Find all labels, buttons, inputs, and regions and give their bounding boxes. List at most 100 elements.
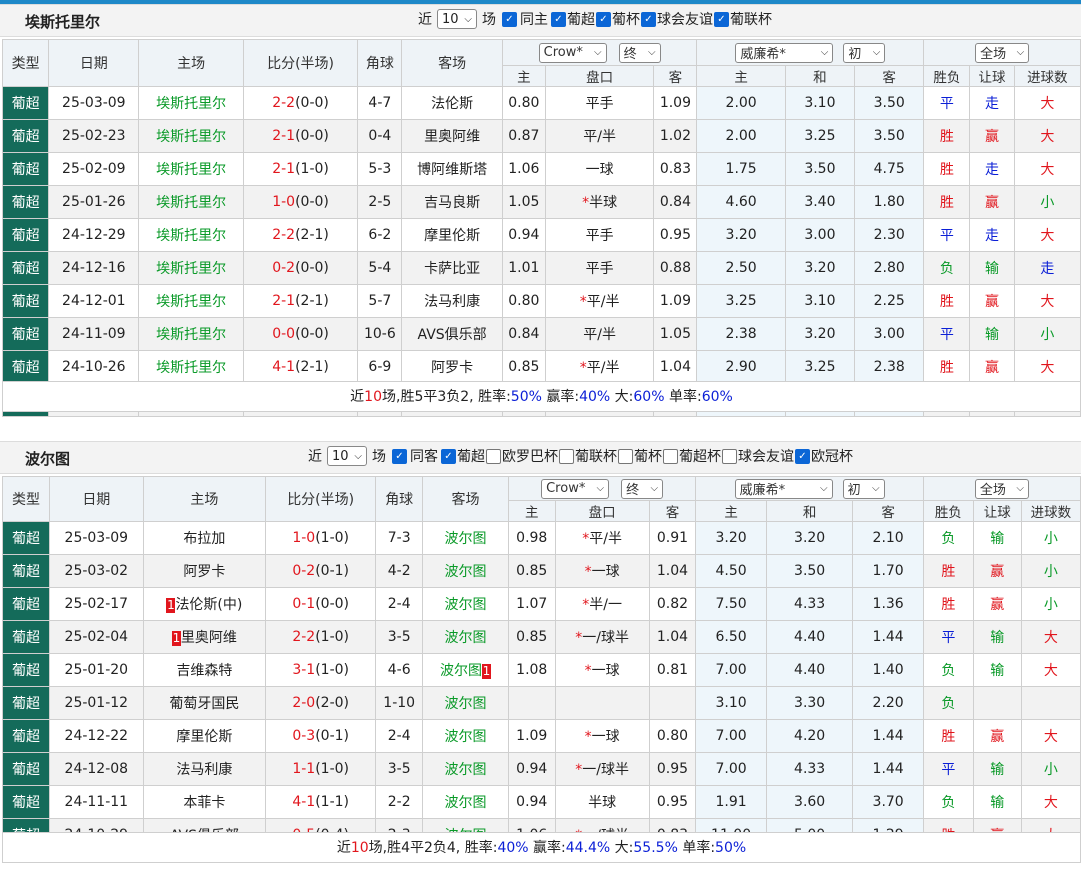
score-cell[interactable]: 1-1(1-0) (265, 752, 377, 786)
score-cell[interactable]: 2-1(1-0) (242, 152, 359, 186)
league-cell[interactable]: 葡超 (1, 119, 50, 153)
end-select[interactable]: 终 ⌵ (618, 42, 661, 63)
score-cell[interactable]: 2-2(1-0) (265, 620, 377, 654)
home-team-cell[interactable]: 埃斯托里尔 (138, 251, 244, 285)
filter-checkbox[interactable]: ✓ (618, 448, 633, 464)
away-team-cell[interactable]: 阿罗卡 (401, 350, 503, 384)
filter-checkbox[interactable]: ✓ (596, 11, 611, 27)
away-team-cell[interactable]: 法马利康 (401, 284, 503, 318)
count-select[interactable]: 10 ⌵ (437, 9, 477, 29)
score-cell[interactable]: 2-2(0-0) (242, 86, 359, 120)
home-team-cell[interactable]: 埃斯托里尔 (138, 350, 244, 384)
crow-select[interactable]: Crow* ⌵ (538, 42, 607, 63)
filter-checkbox[interactable]: ✓ (714, 11, 729, 27)
home-team-cell[interactable]: 法马利康 (142, 752, 267, 786)
away-team-cell[interactable]: AVS俱乐部 (401, 317, 503, 351)
whole-select[interactable]: 全场 ⌵ (975, 42, 1030, 63)
chevron-down-icon: ⌵ (648, 47, 656, 58)
away-team-cell[interactable]: 摩里伦斯 (401, 218, 503, 252)
same-checkbox[interactable]: ✓ (392, 448, 407, 464)
home-team-cell[interactable]: 埃斯托里尔 (138, 119, 244, 153)
away-team-cell[interactable]: 吉马良斯 (401, 185, 503, 219)
score-cell[interactable]: 0-0(0-0) (242, 317, 359, 351)
result-ah-cell: 赢 (972, 554, 1022, 588)
init-select[interactable]: 初 ⌵ (842, 478, 885, 499)
away-team-cell[interactable]: 波尔图 (422, 686, 509, 720)
filter-checkbox[interactable]: ✓ (551, 11, 566, 27)
away-team-cell[interactable]: 波尔图 (422, 752, 509, 786)
league-cell[interactable]: 葡超 (1, 350, 50, 384)
home-team-cell[interactable]: 1法伦斯(中) (142, 587, 267, 621)
score-cell[interactable]: 0-1(0-0) (265, 587, 377, 621)
league-cell[interactable]: 葡超 (2, 785, 50, 819)
home-team-cell[interactable]: 葡萄牙国民 (142, 686, 267, 720)
home-team-cell[interactable]: 本菲卡 (142, 785, 267, 819)
away-team-cell[interactable]: 波尔图 (422, 554, 509, 588)
filter-checkbox[interactable]: ✓ (559, 448, 574, 464)
end-select[interactable]: 终 ⌵ (621, 478, 664, 499)
score-cell[interactable]: 2-1(2-1) (242, 284, 359, 318)
home-team-cell[interactable]: 1里奥阿维 (142, 620, 267, 654)
away-team-cell[interactable]: 法伦斯 (401, 86, 503, 120)
away-team-cell[interactable]: 波尔图 (422, 719, 509, 753)
filter-checkbox[interactable]: ✓ (486, 448, 501, 464)
score-cell[interactable]: 1-0(0-0) (242, 185, 359, 219)
home-team-cell[interactable]: 埃斯托里尔 (138, 218, 244, 252)
league-cell[interactable]: 葡超 (1, 218, 50, 252)
score-cell[interactable]: 1-0(1-0) (265, 521, 377, 555)
score-cell[interactable]: 0-2(0-1) (265, 554, 377, 588)
away-team-cell[interactable]: 波尔图 (422, 785, 509, 819)
league-cell[interactable]: 葡超 (2, 521, 50, 555)
score-cell[interactable]: 2-2(2-1) (242, 218, 359, 252)
score-cell[interactable]: 4-1(2-1) (242, 350, 359, 384)
away-team-cell[interactable]: 波尔图 (422, 620, 509, 654)
score-cell[interactable]: 0-2(0-0) (242, 251, 359, 285)
home-team-cell[interactable]: 埃斯托里尔 (138, 284, 244, 318)
score-cell[interactable]: 3-1(1-0) (265, 653, 377, 687)
home-team-cell[interactable]: 埃斯托里尔 (138, 86, 244, 120)
crow-select[interactable]: Crow* ⌵ (541, 478, 610, 499)
away-team-cell[interactable]: 波尔图1 (422, 653, 509, 687)
league-cell[interactable]: 葡超 (1, 251, 50, 285)
count-select[interactable]: 10 ⌵ (327, 446, 367, 466)
league-cell[interactable]: 葡超 (1, 317, 50, 351)
filter-checkbox[interactable]: ✓ (441, 448, 456, 464)
league-cell[interactable]: 葡超 (2, 554, 50, 588)
home-team-cell[interactable]: 埃斯托里尔 (138, 185, 244, 219)
home-team-cell[interactable]: 埃斯托里尔 (138, 152, 244, 186)
filter-checkbox[interactable]: ✓ (795, 448, 810, 464)
home-team-cell[interactable]: 布拉加 (142, 521, 267, 555)
team2-section: 波尔图 近 10⌵ 场 ✓ 同客 ✓葡超✓欧罗巴杯✓葡联杯✓葡杯✓葡超杯✓球会友… (0, 441, 1081, 884)
league-cell[interactable]: 葡超 (2, 686, 50, 720)
away-team-cell[interactable]: 博阿维斯塔 (401, 152, 503, 186)
same-checkbox[interactable]: ✓ (502, 11, 517, 27)
league-cell[interactable]: 葡超 (2, 620, 50, 654)
away-team-cell[interactable]: 卡萨比亚 (401, 251, 503, 285)
score-cell[interactable]: 2-1(0-0) (242, 119, 359, 153)
home-team-cell[interactable]: 摩里伦斯 (142, 719, 267, 753)
home-team-cell[interactable]: 吉维森特 (142, 653, 267, 687)
league-cell[interactable]: 葡超 (2, 587, 50, 621)
score-cell[interactable]: 0-3(0-1) (265, 719, 377, 753)
away-team-cell[interactable]: 波尔图 (422, 587, 509, 621)
league-cell[interactable]: 葡超 (2, 752, 50, 786)
league-cell[interactable]: 葡超 (1, 185, 50, 219)
league-cell[interactable]: 葡超 (1, 86, 50, 120)
filter-checkbox[interactable]: ✓ (663, 448, 678, 464)
score-cell[interactable]: 4-1(1-1) (265, 785, 377, 819)
whole-select[interactable]: 全场 ⌵ (974, 478, 1029, 499)
init-select[interactable]: 初 ⌵ (843, 42, 886, 63)
away-team-cell[interactable]: 里奥阿维 (401, 119, 503, 153)
filter-checkbox[interactable]: ✓ (722, 448, 737, 464)
league-cell[interactable]: 葡超 (1, 284, 50, 318)
weilian-select[interactable]: 威廉希* ⌵ (735, 42, 834, 63)
league-cell[interactable]: 葡超 (2, 653, 50, 687)
weilian-select[interactable]: 威廉希* ⌵ (734, 478, 833, 499)
home-team-cell[interactable]: 埃斯托里尔 (138, 317, 244, 351)
league-cell[interactable]: 葡超 (1, 152, 50, 186)
league-cell[interactable]: 葡超 (2, 719, 50, 753)
home-team-cell[interactable]: 阿罗卡 (142, 554, 267, 588)
score-cell[interactable]: 2-0(2-0) (265, 686, 377, 720)
away-team-cell[interactable]: 波尔图 (422, 521, 509, 555)
filter-checkbox[interactable]: ✓ (641, 11, 656, 27)
